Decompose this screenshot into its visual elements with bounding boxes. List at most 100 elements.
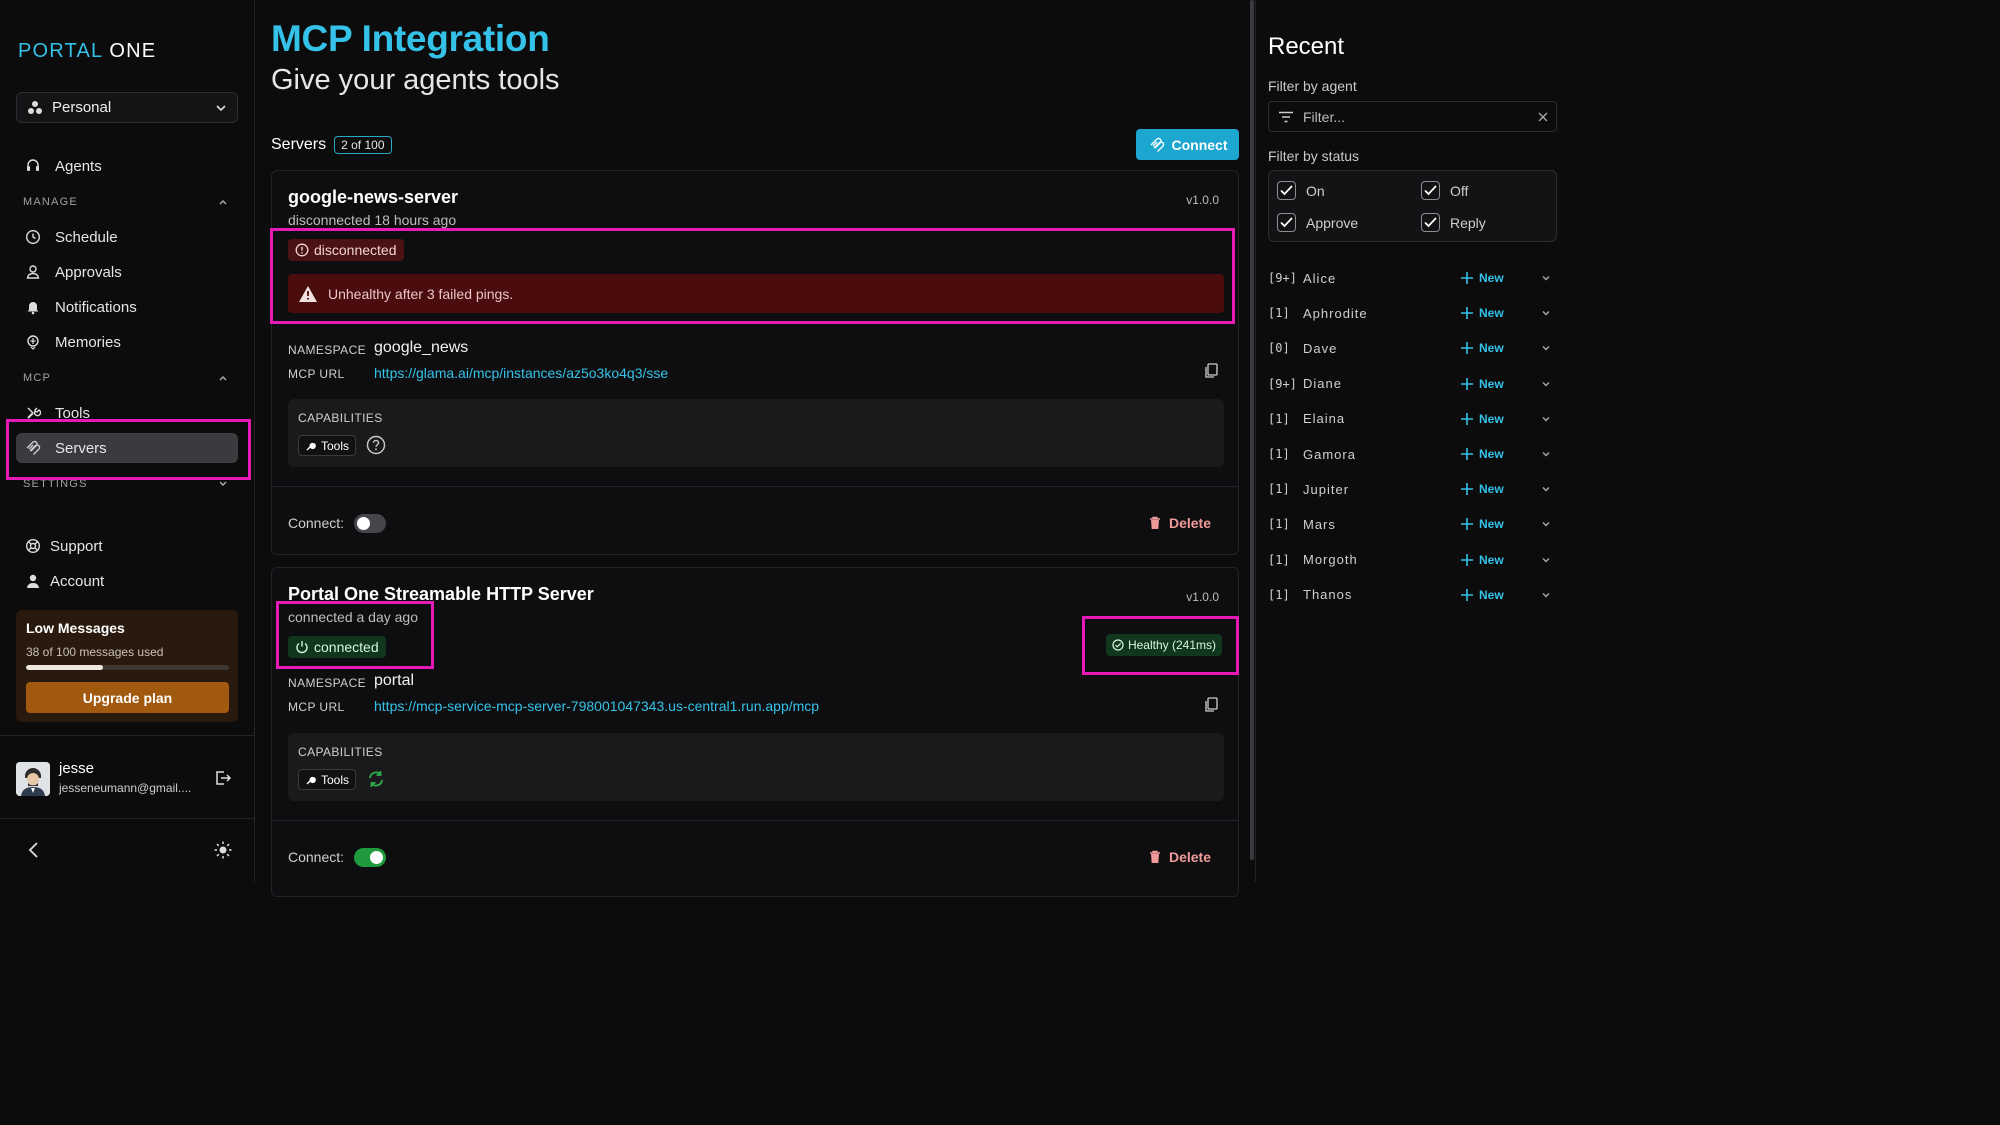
status-checkbox-off[interactable]: Off [1421, 181, 1468, 200]
capability-tools-chip: Tools [298, 435, 357, 456]
server-last-seen: disconnected 18 hours ago [288, 212, 457, 228]
status-checkbox-on[interactable]: On [1277, 181, 1325, 200]
low-messages-card: Low Messages 38 of 100 messages used Upg… [16, 610, 238, 722]
agent-row[interactable]: [9+] Alice New [1268, 268, 1557, 288]
agent-count: [0] [1268, 341, 1290, 356]
connect-toggle[interactable] [354, 514, 386, 533]
chevron-down-icon[interactable] [1541, 519, 1551, 529]
server-version: v1.0.0 [1186, 590, 1219, 604]
chevron-down-icon[interactable] [1541, 484, 1551, 494]
chevron-down-icon[interactable] [1541, 308, 1551, 318]
chevron-down-icon[interactable] [1541, 555, 1551, 565]
new-conversation-button[interactable]: New [1461, 553, 1504, 567]
mcp-url-link[interactable]: https://glama.ai/mcp/instances/az5o3ko4q… [374, 365, 668, 381]
nav-memories[interactable]: Memories [16, 327, 238, 357]
agent-row[interactable]: [1] Jupiter New [1268, 479, 1557, 499]
recent-panel: Recent Filter by agent Filter... Filter … [1255, 0, 1568, 882]
logout-icon[interactable] [214, 769, 232, 787]
section-settings-label: SETTINGS [23, 478, 88, 490]
plus-icon [1461, 518, 1473, 531]
chevron-down-icon[interactable] [1541, 273, 1551, 283]
capabilities-panel: CAPABILITIES Tools [288, 733, 1224, 801]
nav-support[interactable]: Support [16, 531, 238, 561]
delete-button[interactable]: Delete [1149, 849, 1211, 865]
new-label: New [1479, 447, 1504, 461]
agent-row[interactable]: [1] Thanos New [1268, 585, 1557, 605]
lifebuoy-icon [24, 537, 42, 555]
alert-message: Unhealthy after 3 failed pings. [328, 285, 514, 302]
agent-row[interactable]: [0] Dave New [1268, 338, 1557, 358]
nav-account[interactable]: Account [16, 566, 238, 596]
server-card: Portal One Streamable HTTP Server v1.0.0… [271, 567, 1239, 897]
nav-notifications[interactable]: Notifications [16, 292, 238, 322]
agent-row[interactable]: [1] Elaina New [1268, 409, 1557, 429]
main-scrollbar[interactable] [1250, 0, 1254, 860]
connect-button[interactable]: Connect [1136, 129, 1239, 160]
chevron-down-icon[interactable] [1541, 590, 1551, 600]
server-name: google-news-server [288, 187, 459, 207]
new-conversation-button[interactable]: New [1461, 412, 1504, 426]
plus-icon [1461, 553, 1473, 566]
status-label: disconnected [314, 242, 397, 258]
filter-status-label: Filter by status [1268, 148, 1360, 164]
new-conversation-button[interactable]: New [1461, 377, 1504, 391]
section-mcp[interactable]: MCP [23, 372, 228, 384]
sun-icon[interactable] [213, 840, 233, 860]
nav-memories-label: Memories [55, 333, 121, 351]
agent-name: Jupiter [1303, 481, 1350, 497]
new-conversation-button[interactable]: New [1461, 447, 1504, 461]
brand-logo[interactable]: PORTAL ONE [18, 40, 156, 63]
capabilities-label: CAPABILITIES [298, 745, 383, 759]
new-conversation-button[interactable]: New [1461, 588, 1504, 602]
collapse-sidebar-icon[interactable] [25, 840, 41, 860]
mcp-url-label: MCP URL [288, 700, 345, 714]
mcp-icon [1148, 136, 1166, 154]
nav-tools[interactable]: Tools [16, 398, 238, 428]
avatar[interactable] [16, 762, 50, 796]
status-checkbox-approve[interactable]: Approve [1277, 213, 1358, 232]
plus-icon [1461, 412, 1473, 425]
chevron-down-icon[interactable] [1541, 343, 1551, 353]
workspace-selector[interactable]: Personal [16, 92, 238, 123]
new-conversation-button[interactable]: New [1461, 517, 1504, 531]
nav-approvals[interactable]: Approvals [16, 257, 238, 287]
chevron-down-icon[interactable] [1541, 449, 1551, 459]
chevron-down-icon[interactable] [1541, 414, 1551, 424]
close-icon[interactable] [1538, 112, 1548, 122]
server-last-seen: connected a day ago [288, 609, 418, 625]
page-subtitle: Give your agents tools [271, 64, 560, 96]
status-checkbox-reply[interactable]: Reply [1421, 213, 1486, 232]
help-circle-icon[interactable] [366, 435, 386, 455]
section-settings[interactable]: SETTINGS [23, 478, 228, 490]
nav-servers-label: Servers [55, 439, 107, 457]
section-manage[interactable]: MANAGE [23, 196, 228, 208]
filter-icon [1279, 111, 1293, 123]
nav-agents[interactable]: Agents [16, 151, 238, 181]
new-conversation-button[interactable]: New [1461, 306, 1504, 320]
chevron-down-icon[interactable] [1541, 379, 1551, 389]
refresh-icon[interactable] [366, 769, 386, 789]
new-conversation-button[interactable]: New [1461, 271, 1504, 285]
namespace-label: NAMESPACE [288, 343, 367, 357]
new-conversation-button[interactable]: New [1461, 482, 1504, 496]
agent-count: [1] [1268, 447, 1290, 461]
status-label: connected [314, 639, 379, 655]
new-conversation-button[interactable]: New [1461, 341, 1504, 355]
agent-row[interactable]: [1] Aphrodite New [1268, 303, 1557, 323]
mcp-url-label: MCP URL [288, 367, 345, 381]
connect-toggle[interactable] [354, 848, 386, 867]
filter-agent-label: Filter by agent [1268, 78, 1357, 94]
agent-row[interactable]: [1] Gamora New [1268, 444, 1557, 464]
agent-row[interactable]: [1] Morgoth New [1268, 550, 1557, 570]
agent-row[interactable]: [9+] Diane New [1268, 374, 1557, 394]
upgrade-plan-button[interactable]: Upgrade plan [26, 682, 229, 713]
copy-icon[interactable] [1204, 363, 1218, 379]
copy-icon[interactable] [1204, 697, 1218, 713]
agent-name: Mars [1303, 516, 1336, 532]
nav-servers[interactable]: Servers [16, 433, 238, 463]
filter-agent-input[interactable]: Filter... [1268, 101, 1557, 132]
agent-row[interactable]: [1] Mars New [1268, 514, 1557, 534]
delete-button[interactable]: Delete [1149, 515, 1211, 531]
mcp-url-link[interactable]: https://mcp-service-mcp-server-798001047… [374, 698, 819, 714]
nav-schedule[interactable]: Schedule [16, 222, 238, 252]
